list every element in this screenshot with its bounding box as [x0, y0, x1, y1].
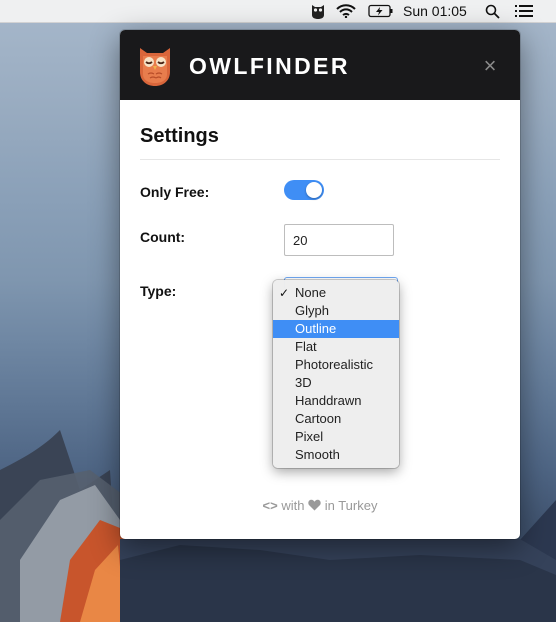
search-icon[interactable] [485, 0, 500, 22]
type-option-label: Glyph [295, 303, 329, 318]
owl-extension-icon[interactable] [311, 0, 325, 22]
type-option-glyph[interactable]: Glyph [273, 302, 399, 320]
app-name: OWLFINDER [189, 53, 350, 79]
type-option-label: Outline [295, 321, 337, 336]
type-option-label: None [295, 285, 327, 300]
type-option-label: Cartoon [295, 411, 342, 426]
toggle-knob [306, 182, 322, 198]
battery-charging-icon[interactable] [368, 0, 394, 22]
type-option-smooth[interactable]: Smooth [273, 446, 399, 464]
type-option-label: Flat [295, 339, 317, 354]
popup-header: OWLFINDER × [120, 30, 520, 100]
divider [140, 159, 500, 160]
type-option-handdrawn[interactable]: Handdrawn [273, 392, 399, 410]
desktop: Sun 01:05 OWLFINDER × Settings Only Free… [0, 0, 556, 622]
type-dropdown-menu: ✓ None Glyph Outline Flat Photorealistic… [273, 280, 399, 468]
type-option-flat[interactable]: Flat [273, 338, 399, 356]
type-option-label: Pixel [295, 429, 324, 444]
heart-icon [308, 498, 325, 513]
footer-with: with [281, 498, 305, 514]
list-icon[interactable] [515, 0, 533, 22]
count-label: Count: [140, 229, 186, 245]
count-input[interactable] [284, 224, 394, 256]
type-option-label: 3D [295, 375, 312, 390]
close-button[interactable]: × [478, 55, 502, 79]
type-option-label: Smooth [295, 447, 340, 462]
page-title: Settings [140, 125, 219, 147]
type-option-pixel[interactable]: Pixel [273, 428, 399, 446]
wifi-icon[interactable] [336, 0, 356, 22]
type-option-label: Photorealistic [295, 357, 374, 372]
only-free-toggle[interactable] [284, 180, 324, 200]
type-option-none[interactable]: ✓ None [273, 284, 399, 302]
owlfinder-popup: OWLFINDER × Settings Only Free: Count: T… [120, 30, 520, 539]
type-option-cartoon[interactable]: Cartoon [273, 410, 399, 428]
type-option-photorealistic[interactable]: Photorealistic [273, 356, 399, 374]
type-option-outline[interactable]: Outline [273, 320, 399, 338]
menubar-clock[interactable]: Sun 01:05 [403, 0, 467, 22]
menu-bar: Sun 01:05 [0, 0, 556, 23]
type-option-3d[interactable]: 3D [273, 374, 399, 392]
footer-location: in Turkey [324, 498, 378, 514]
type-option-label: Handdrawn [295, 393, 362, 408]
checkmark-icon: ✓ [279, 286, 290, 300]
type-label: Type: [140, 283, 177, 299]
code-icon: <> [262, 498, 278, 514]
owl-logo-icon [140, 48, 170, 86]
footer-credit: <> with in Turkey [120, 497, 520, 513]
only-free-label: Only Free: [140, 184, 210, 200]
